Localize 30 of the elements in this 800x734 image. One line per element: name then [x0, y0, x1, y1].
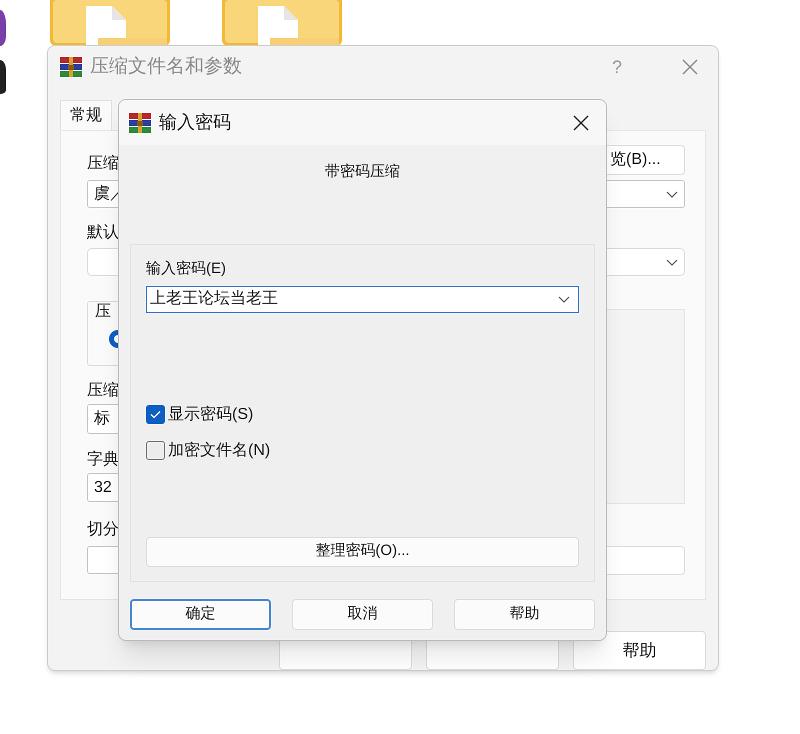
books-icon [129, 112, 151, 132]
dialog-button[interactable]: 确定 [130, 598, 271, 630]
chevron-down-icon [666, 190, 678, 198]
check-icon [150, 410, 161, 419]
checkbox[interactable] [146, 405, 165, 424]
organize-button[interactable]: 整理密码(O)... [146, 536, 579, 566]
dialog-button[interactable]: 帮助 [573, 631, 706, 670]
checkbox-label[interactable]: 加密文件名(N) [168, 438, 270, 462]
field-label: 切分 [87, 521, 119, 539]
tab[interactable]: 常规 [60, 100, 112, 130]
books-icon [60, 57, 82, 77]
field-label: 字典 [87, 451, 119, 469]
chevron-down-icon [558, 296, 570, 302]
close-icon[interactable] [573, 114, 589, 130]
field-label: 压缩 [87, 382, 119, 400]
chevron-down-icon [666, 258, 678, 266]
window-title: 压缩文件名和参数 [90, 54, 242, 79]
checkbox-label[interactable]: 显示密码(S) [168, 402, 254, 426]
folder-icon[interactable] [48, 0, 172, 46]
field-label: 输入密码(E) [146, 260, 227, 278]
checkbox[interactable] [146, 441, 165, 460]
password-field[interactable]: 上老王论坛当老王 [146, 286, 579, 312]
field-label: 压 [95, 303, 111, 321]
field-label: 默认 [87, 224, 119, 242]
dialog-heading: 带密码压缩 [325, 162, 400, 182]
folder-icon[interactable] [220, 0, 344, 46]
dialog-title: 输入密码 [159, 111, 231, 134]
field-label: 压缩 [87, 155, 119, 173]
dialog-button[interactable]: 帮助 [454, 598, 595, 630]
dialog-button[interactable]: 取消 [292, 598, 433, 630]
